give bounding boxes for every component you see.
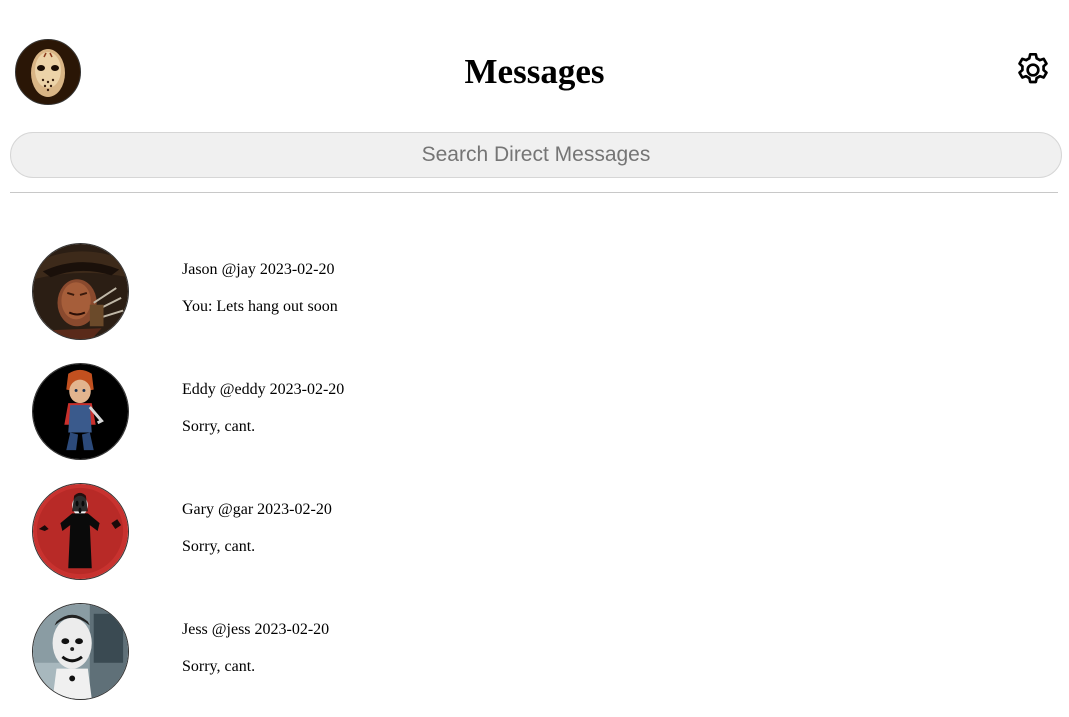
message-preview: You: Lets hang out soon <box>182 298 338 315</box>
messages-page: Messages Search Direct Messages Jason @j… <box>0 0 1069 717</box>
conversation-list: Jason @jay 2023-02-20 You: Lets hang out… <box>0 243 1069 717</box>
message-date: 2023-02-20 <box>254 621 330 638</box>
sender-name: Gary <box>182 501 214 518</box>
avatar[interactable] <box>32 483 129 580</box>
conversation-meta: Jess @jess 2023-02-20 <box>182 620 329 640</box>
sender-handle: @gar <box>217 501 254 518</box>
conversation-item[interactable]: Jason @jay 2023-02-20 You: Lets hang out… <box>0 243 1069 363</box>
message-date: 2023-02-20 <box>257 501 332 518</box>
conversation-item[interactable]: Gary @gar 2023-02-20 Sorry, cant. <box>0 483 1069 603</box>
message-preview: Sorry, cant. <box>182 658 256 675</box>
sender-handle: @jess <box>211 621 251 638</box>
gear-icon <box>1018 53 1048 84</box>
header: Messages <box>0 0 1069 125</box>
message-preview: Sorry, cant. <box>182 538 256 555</box>
settings-button[interactable] <box>1013 50 1053 90</box>
clown-avatar-icon <box>33 604 128 699</box>
sender-name: Jason <box>182 261 218 278</box>
sender-name: Eddy <box>182 381 216 398</box>
conversation-meta: Gary @gar 2023-02-20 <box>182 500 332 520</box>
page-title: Messages <box>464 52 605 91</box>
freddy-avatar-icon <box>33 244 128 339</box>
sender-name: Jess <box>182 621 208 638</box>
avatar[interactable] <box>32 603 129 700</box>
message-preview: Sorry, cant. <box>182 418 256 435</box>
avatar[interactable] <box>32 243 129 340</box>
divider <box>10 192 1058 193</box>
conversation-item[interactable]: Eddy @eddy 2023-02-20 Sorry, cant. <box>0 363 1069 483</box>
message-date: 2023-02-20 <box>269 381 345 398</box>
conversation-item[interactable]: Jess @jess 2023-02-20 Sorry, cant. <box>0 603 1069 717</box>
doll-avatar-icon <box>33 364 128 459</box>
search-input[interactable] <box>10 132 1062 178</box>
ghostface-avatar-icon <box>33 484 128 579</box>
avatar[interactable] <box>32 363 129 460</box>
sender-handle: @jay <box>221 261 256 278</box>
sender-handle: @eddy <box>219 381 266 398</box>
conversation-meta: Jason @jay 2023-02-20 <box>182 260 335 280</box>
conversation-meta: Eddy @eddy 2023-02-20 <box>182 380 344 400</box>
message-date: 2023-02-20 <box>259 261 335 278</box>
